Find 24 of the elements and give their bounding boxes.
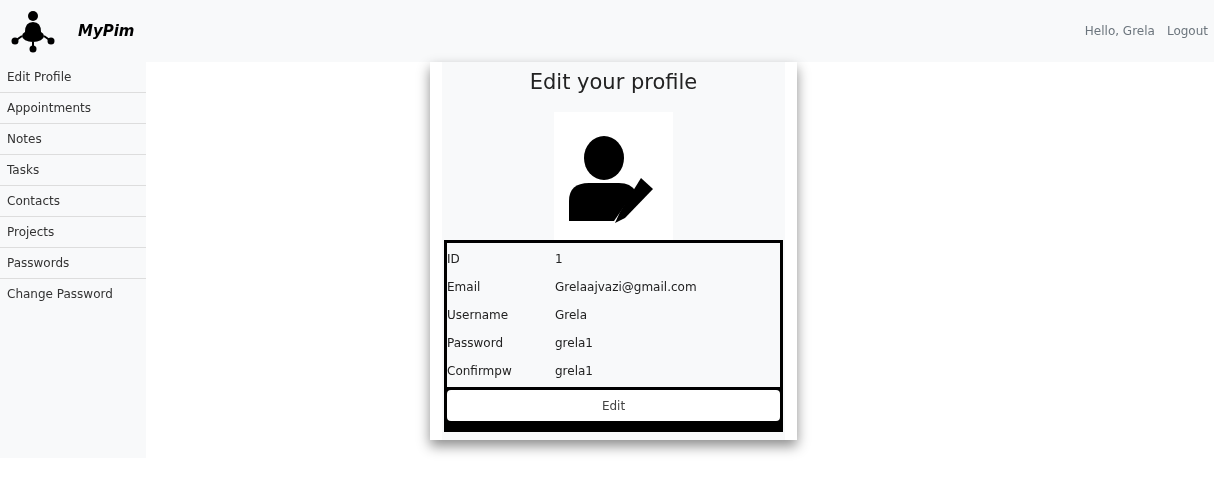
sidebar-item[interactable]: Projects [0,217,146,248]
field-value: Grela [555,308,588,322]
field-label: Username [447,308,510,322]
field-label: Email [447,280,482,294]
field-value: grela1 [555,336,593,350]
brand-name[interactable]: MyPim [78,22,135,40]
greeting-text: Hello, Grela [1084,24,1155,38]
field-value: 1 [555,252,563,266]
sidebar-item[interactable]: Appointments [0,93,146,124]
field-value: Grelaajvazi@gmail.com [555,280,697,294]
page-title: Edit your profile [529,70,698,94]
sidebar-item[interactable]: Edit Profile [0,62,146,93]
sidebar-item[interactable]: Tasks [0,155,146,186]
field-label: ID [447,252,461,266]
sidebar-item[interactable]: Passwords [0,248,146,279]
sidebar-item[interactable]: Change Password [0,279,146,309]
field-label: Confirmpw [447,364,513,378]
edit-button[interactable]: Edit [447,390,780,421]
network-person-icon [10,8,56,54]
field-label: Password [447,336,505,350]
logout-link[interactable]: Logout [1166,24,1208,38]
sidebar-item[interactable]: Contacts [0,186,146,217]
field-value: grela1 [555,364,593,378]
sidebar-item[interactable]: Notes [0,124,146,155]
